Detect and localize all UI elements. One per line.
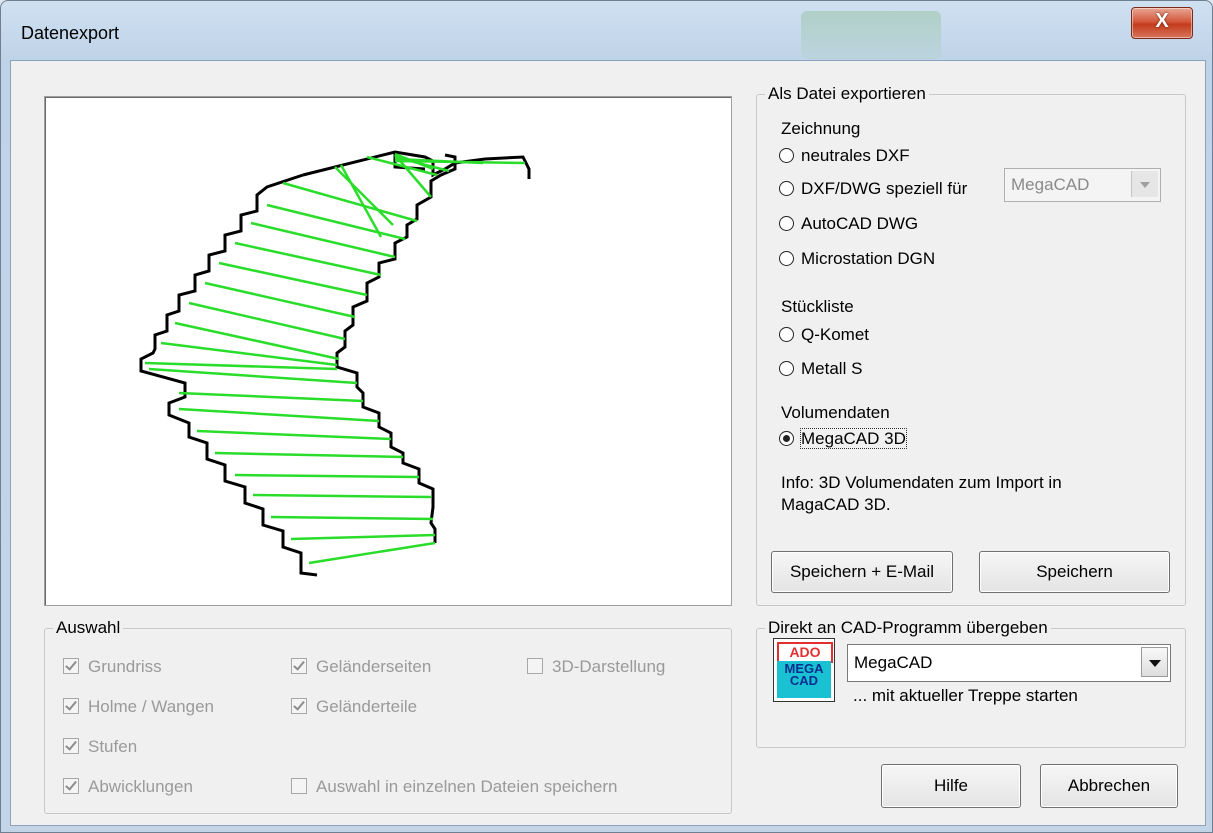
stair-drawing (139, 150, 531, 577)
special-program-select[interactable]: MegaCAD (1004, 168, 1161, 202)
checkbox-icon (291, 698, 307, 714)
close-button[interactable]: X (1131, 7, 1193, 39)
help-button[interactable]: Hilfe (881, 764, 1021, 808)
radio-label: neutrales DXF (801, 146, 910, 165)
radio-label: Q-Komet (801, 325, 870, 344)
close-icon: X (1155, 10, 1169, 32)
radio-autocad-dwg[interactable]: AutoCAD DWG (779, 214, 918, 234)
checkbox-grundriss[interactable]: Grundriss (63, 657, 162, 677)
button-label: Hilfe (933, 776, 968, 795)
radio-label: Metall S (801, 359, 863, 378)
dialog-window: Datenexport X Als Datei exportieren Zeic… (0, 0, 1213, 833)
checkbox-stufen[interactable]: Stufen (63, 737, 137, 757)
checkbox-icon (63, 778, 79, 794)
radio-icon (779, 361, 794, 376)
radio-icon (779, 216, 794, 231)
checkbox-icon (63, 658, 79, 674)
cad-group-title: Direkt an CAD-Programm übergeben (765, 618, 1051, 638)
radio-icon (779, 181, 794, 196)
selection-group-title: Auswahl (53, 618, 124, 638)
radio-label: DXF/DWG speziell für (801, 179, 968, 198)
stair-top-landing (302, 150, 531, 179)
chevron-down-icon (1141, 647, 1168, 677)
checkbox-abwicklungen[interactable]: Abwicklungen (63, 777, 193, 797)
checkbox-icon (63, 738, 79, 754)
tread (178, 407, 380, 423)
checkbox-icon (291, 658, 307, 674)
tread (174, 321, 340, 361)
radio-label: MegaCAD 3D (800, 428, 907, 449)
checkbox-label: Holme / Wangen (88, 697, 214, 716)
checkbox-label: Geländerteile (316, 697, 418, 716)
select-value: MegaCAD (854, 653, 933, 672)
checkbox-separate-files[interactable]: Auswahl in einzelnen Dateien speichern (291, 777, 617, 797)
checkbox-icon (527, 658, 543, 674)
radio-label: AutoCAD DWG (801, 214, 919, 233)
volume-data-label: Volumendaten (781, 403, 890, 422)
checkbox-label: Auswahl in einzelnen Dateien speichern (316, 777, 618, 796)
tread (334, 166, 394, 226)
radio-metall-s[interactable]: Metall S (779, 359, 862, 379)
save-button[interactable]: Speichern (979, 551, 1170, 593)
window-title: Datenexport (21, 23, 120, 43)
radio-neutral-dxf[interactable]: neutrales DXF (779, 146, 910, 166)
start-with-stair-text: ... mit aktueller Treppe starten (853, 686, 1078, 705)
export-group-title: Als Datei exportieren (765, 84, 929, 104)
button-label: Abbrechen (1067, 776, 1151, 795)
parts-list-label: Stückliste (781, 297, 854, 316)
checkbox-icon (291, 778, 307, 794)
radio-label: Microstation DGN (801, 249, 936, 268)
tread (214, 451, 404, 459)
tread (144, 361, 338, 371)
checkbox-label: 3D-Darstellung (552, 657, 666, 676)
checkbox-label: Grundriss (88, 657, 162, 676)
save-email-button[interactable]: Speichern + E-Mail (771, 551, 953, 593)
tread (308, 541, 436, 565)
button-label: Speichern + E-Mail (789, 562, 935, 581)
drawing-label: Zeichnung (781, 119, 861, 138)
button-label: Speichern (1036, 562, 1113, 581)
chevron-down-icon (1131, 171, 1158, 197)
checkbox-label: Geländerseiten (316, 657, 432, 676)
logo-text-top: ADO (777, 642, 833, 663)
checkbox-label: Stufen (88, 737, 138, 756)
checkbox-3d-darstellung[interactable]: 3D-Darstellung (527, 657, 665, 677)
checkbox-gelaenderteile[interactable]: Geländerteile (291, 697, 417, 717)
tread (282, 181, 418, 223)
tread (290, 533, 436, 541)
tread (270, 515, 434, 521)
radio-icon (779, 327, 794, 342)
radio-dxf-dwg-special[interactable]: DXF/DWG speziell für (779, 179, 967, 199)
background-watermark (801, 11, 941, 59)
checkbox-icon (63, 698, 79, 714)
tread (234, 473, 420, 479)
checkbox-holme-wangen[interactable]: Holme / Wangen (63, 697, 214, 717)
logo-text-bottom: MEGA CAD (777, 661, 831, 698)
tread (266, 203, 406, 241)
select-value: MegaCAD (1011, 175, 1090, 194)
radio-megacad-3d[interactable]: MegaCAD 3D (779, 428, 907, 449)
info-text-line2: MagaCAD 3D. (781, 495, 891, 514)
tread (252, 493, 432, 499)
megacad-logo-icon: ADO MEGA CAD (773, 638, 835, 702)
cad-program-select[interactable]: MegaCAD (847, 644, 1171, 682)
radio-q-komet[interactable]: Q-Komet (779, 325, 869, 345)
radio-microstation-dgn[interactable]: Microstation DGN (779, 249, 935, 269)
stair-preview (44, 96, 732, 606)
checkbox-label: Abwicklungen (88, 777, 193, 796)
tread (178, 391, 364, 403)
radio-selected-icon (779, 431, 794, 446)
tread (196, 429, 392, 441)
radio-icon (779, 148, 794, 163)
stair-inner-stringer (335, 153, 457, 543)
radio-icon (779, 251, 794, 266)
cancel-button[interactable]: Abbrechen (1040, 764, 1178, 808)
info-text-line1: Info: 3D Volumendaten zum Import in (781, 473, 1062, 492)
checkbox-gelaenderseiten[interactable]: Geländerseiten (291, 657, 431, 677)
